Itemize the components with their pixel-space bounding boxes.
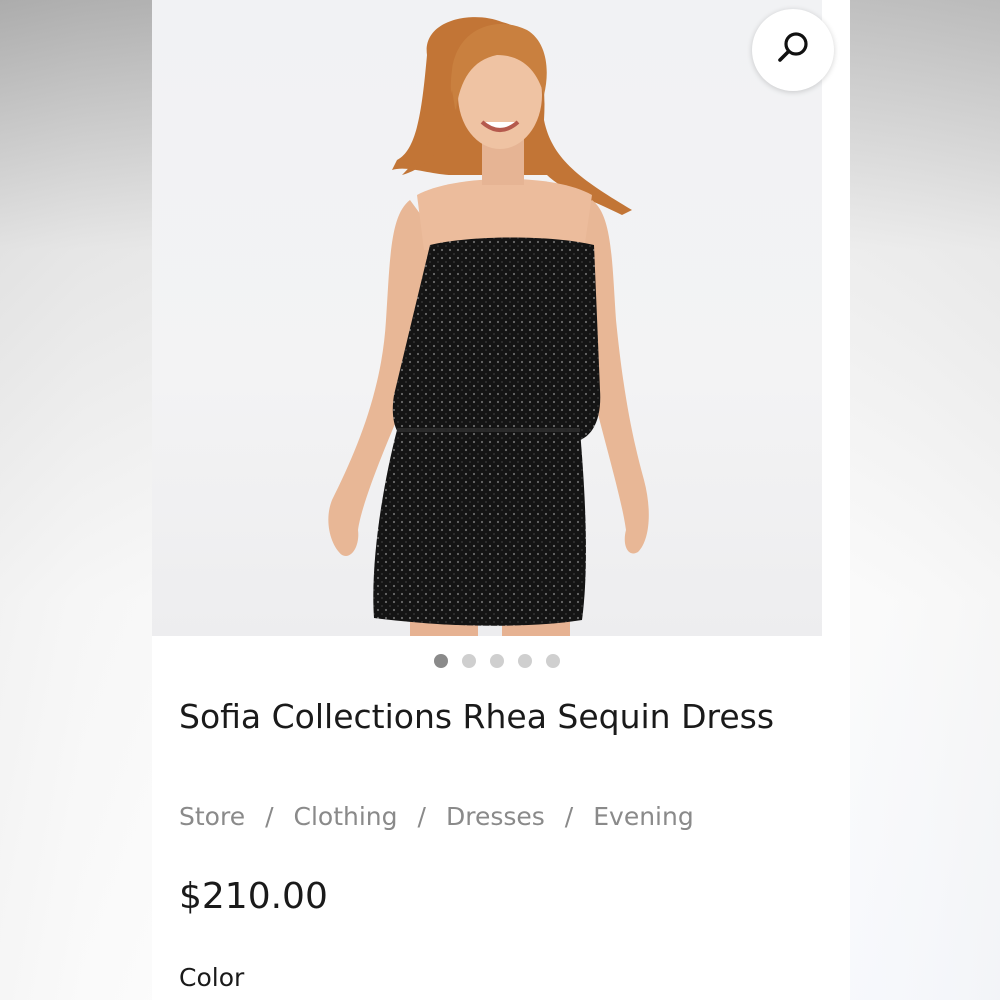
product-page: Sofia Collections Rhea Sequin Dress Stor… (152, 0, 850, 1000)
carousel-dot[interactable] (518, 654, 532, 668)
carousel-dot[interactable] (462, 654, 476, 668)
breadcrumb-separator: / (265, 802, 274, 831)
model-illustration (328, 17, 649, 636)
breadcrumb-item-clothing[interactable]: Clothing (294, 802, 398, 831)
product-title: Sofia Collections Rhea Sequin Dress (179, 697, 775, 736)
carousel-dot[interactable] (546, 654, 560, 668)
breadcrumb: Store / Clothing / Dresses / Evening (179, 802, 694, 831)
right-backdrop (850, 0, 1000, 1000)
breadcrumb-item-evening[interactable]: Evening (593, 802, 693, 831)
left-backdrop (0, 0, 152, 1000)
search-icon (775, 30, 811, 70)
carousel-indicator (434, 654, 560, 668)
product-image[interactable] (152, 0, 822, 636)
search-button[interactable] (752, 9, 834, 91)
breadcrumb-separator: / (564, 802, 574, 831)
product-price: $210.00 (179, 876, 328, 917)
carousel-dot[interactable] (490, 654, 504, 668)
color-option-label: Color (179, 963, 245, 992)
carousel-dot[interactable] (434, 654, 448, 668)
breadcrumb-item-dresses[interactable]: Dresses (446, 802, 545, 831)
breadcrumb-separator: / (417, 802, 426, 831)
breadcrumb-item-store[interactable]: Store (179, 802, 245, 831)
